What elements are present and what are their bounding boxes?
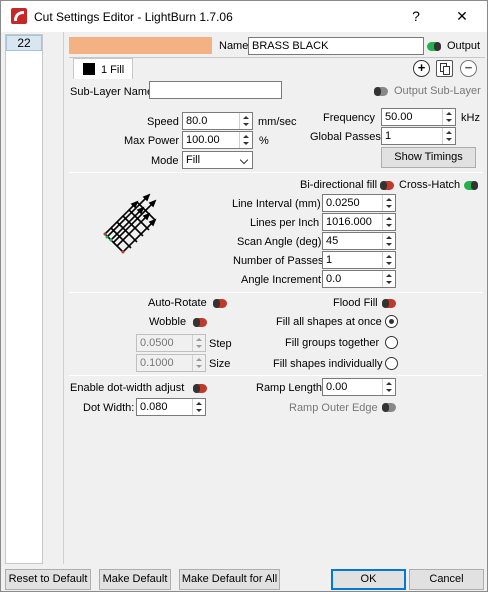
- layer-list[interactable]: [5, 34, 43, 564]
- output-toggle[interactable]: [427, 42, 441, 51]
- sublayer-name-label: Sub-Layer Name: [70, 86, 154, 98]
- output-sublayer-toggle[interactable]: [374, 87, 388, 96]
- ramp-length-label: Ramp Length: [256, 382, 323, 394]
- window-title: Cut Settings Editor - LightBurn 1.7.06: [34, 10, 233, 24]
- close-button[interactable]: ✕: [439, 1, 485, 32]
- frequency-spinbox[interactable]: 50.00: [381, 108, 456, 126]
- cancel-button[interactable]: Cancel: [409, 569, 484, 590]
- scan-angle-spinbox[interactable]: 45: [322, 232, 396, 250]
- max-power-label: Max Power: [124, 135, 180, 147]
- ramp-length-spinbox[interactable]: 0.00: [322, 378, 396, 396]
- flood-fill-label: Flood Fill: [333, 297, 378, 309]
- global-passes-spinbox[interactable]: 1: [381, 127, 456, 145]
- wobble-size-spinbox[interactable]: 0.1000: [136, 354, 206, 372]
- separator-2: [69, 292, 482, 293]
- number-of-passes-label: Number of Passes: [233, 255, 324, 267]
- ramp-outer-edge-label: Ramp Outer Edge: [289, 402, 378, 414]
- output-sublayer-label: Output Sub-Layer: [394, 85, 481, 97]
- make-default-for-all-button[interactable]: Make Default for All: [179, 569, 280, 590]
- fill-individual-label: Fill shapes individually: [273, 358, 383, 370]
- global-passes-label: Global Passes: [310, 131, 381, 143]
- cross-hatch-toggle[interactable]: [464, 181, 478, 190]
- copy-icon[interactable]: [436, 60, 453, 77]
- show-timings-button[interactable]: Show Timings: [381, 147, 476, 168]
- lightburn-logo-icon: [11, 8, 27, 24]
- lines-per-inch-spinbox[interactable]: 1016.000: [322, 213, 396, 231]
- plus-circle-icon[interactable]: +: [413, 60, 430, 77]
- auto-rotate-label: Auto-Rotate: [148, 297, 207, 309]
- output-label: Output: [447, 40, 481, 52]
- wobble-step-label: Step: [209, 338, 232, 350]
- make-default-button[interactable]: Make Default: [99, 569, 171, 590]
- speed-spinbox[interactable]: 80.0: [182, 112, 253, 130]
- help-button[interactable]: ?: [393, 1, 439, 32]
- max-power-spinbox[interactable]: 100.00: [182, 131, 253, 149]
- layer-color-swatch: [69, 37, 212, 54]
- cross-hatch-label: Cross-Hatch: [399, 179, 461, 191]
- fill-groups-radio[interactable]: [385, 336, 398, 349]
- chevron-down-icon: [239, 155, 249, 165]
- sublayer-name-input[interactable]: [149, 81, 282, 99]
- enable-dot-width-label: Enable dot-width adjust: [70, 382, 185, 394]
- scan-angle-preview-icon: [103, 193, 157, 254]
- minus-circle-icon[interactable]: −: [460, 60, 477, 77]
- separator-1: [69, 172, 482, 173]
- mode-select[interactable]: Fill: [182, 151, 253, 169]
- fill-all-label: Fill all shapes at once: [276, 316, 382, 328]
- tab-label: 1 Fill: [101, 64, 125, 76]
- title-bar: Cut Settings Editor - LightBurn 1.7.06 ?…: [1, 1, 487, 32]
- cut-settings-window: Cut Settings Editor - LightBurn 1.7.06 ?…: [0, 0, 488, 592]
- angle-increment-label: Angle Increment: [241, 274, 322, 286]
- fill-individual-radio[interactable]: [385, 357, 398, 370]
- scan-angle-label: Scan Angle (deg): [237, 236, 322, 248]
- tab-color-swatch: [83, 63, 95, 75]
- fill-groups-label: Fill groups together: [285, 337, 380, 349]
- separator-3: [69, 375, 482, 376]
- enable-dot-width-toggle[interactable]: [193, 384, 207, 393]
- dot-width-spinbox[interactable]: 0.080: [136, 398, 206, 416]
- dot-width-label: Dot Width:: [83, 402, 135, 414]
- speed-unit: mm/sec: [258, 116, 297, 128]
- flood-fill-toggle[interactable]: [382, 299, 396, 308]
- line-interval-spinbox[interactable]: 0.0250: [322, 194, 396, 212]
- tab-fill[interactable]: 1 Fill: [73, 58, 133, 79]
- frequency-label: Frequency: [323, 112, 375, 124]
- ok-button[interactable]: OK: [331, 569, 406, 590]
- speed-label: Speed: [147, 116, 179, 128]
- wobble-step-spinbox[interactable]: 0.0500: [136, 334, 206, 352]
- layer-list-panel: 22: [2, 32, 64, 564]
- bidirectional-fill-label: Bi-directional fill: [300, 179, 378, 191]
- max-power-unit: %: [259, 135, 269, 147]
- number-of-passes-spinbox[interactable]: 1: [322, 251, 396, 269]
- angle-increment-spinbox[interactable]: 0.0: [322, 270, 396, 288]
- name-input[interactable]: BRASS BLACK: [248, 37, 424, 55]
- wobble-label: Wobble: [149, 316, 187, 328]
- name-label: Name: [219, 40, 249, 52]
- reset-to-default-button[interactable]: Reset to Default: [5, 569, 91, 590]
- mode-label: Mode: [151, 155, 179, 167]
- wobble-toggle[interactable]: [193, 318, 207, 327]
- layer-list-item[interactable]: 22: [6, 35, 42, 51]
- line-interval-label: Line Interval (mm): [232, 198, 321, 210]
- bidirectional-fill-toggle[interactable]: [380, 181, 394, 190]
- wobble-size-label: Size: [209, 358, 231, 370]
- auto-rotate-toggle[interactable]: [213, 299, 227, 308]
- frequency-unit: kHz: [461, 112, 480, 124]
- ramp-outer-edge-toggle[interactable]: [382, 403, 396, 412]
- lines-per-inch-label: Lines per Inch: [250, 217, 320, 229]
- fill-all-radio[interactable]: [385, 315, 398, 328]
